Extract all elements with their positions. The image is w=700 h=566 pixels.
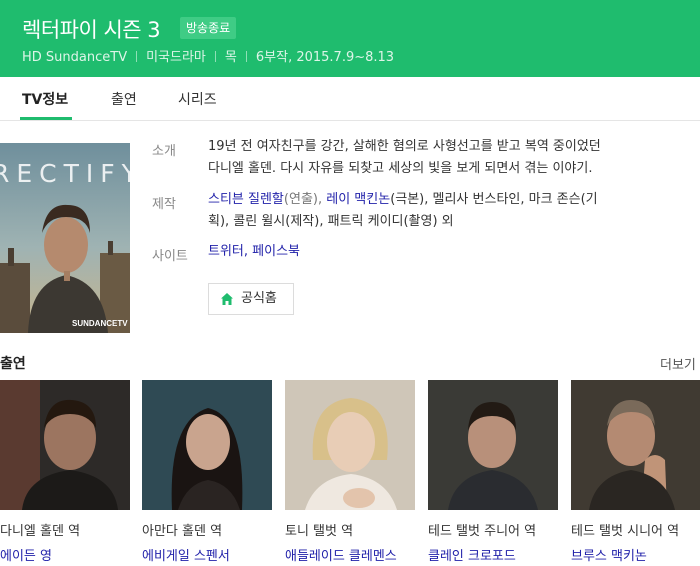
divider [245,51,247,62]
facebook-link[interactable]: 페이스북 [252,244,300,259]
site-label: 사이트 [152,249,188,264]
tab-series[interactable]: 시리즈 [178,89,217,109]
cast-card[interactable]: 테드 탤벗 주니어 역 클레인 크로포드 [428,380,558,564]
program-meta: HD SundanceTV 미국드라마 목 6부작, 2015.7.9~8.13 [22,46,394,65]
production-text: 스티븐 질렌할(연출), 레이 맥킨논(극본), 멜리사 번스타인, 마크 존슨… [208,189,658,233]
more-link[interactable]: 더보기 [660,354,696,373]
site-separator: , [243,244,253,259]
official-home-button[interactable]: 공식홈 [208,283,294,315]
cast-name-link[interactable]: 브루스 맥키논 [571,545,700,564]
cast-role: 테드 탤벗 시니어 역 [571,524,680,539]
summary-line: 다니엘 홀덴. 다시 자유를 되찾고 세상의 빛을 보게 되면서 겪는 이야기. [208,161,593,176]
cast-section-title: 출연 [0,356,26,372]
summary-label: 소개 [152,144,176,159]
poster-image[interactable]: RECTIFY SUNDANCETV [0,143,130,333]
director-role: (연출), [283,192,327,207]
production-label: 제작 [152,197,176,212]
tab-cast[interactable]: 출연 [111,89,137,109]
cast-photo [0,380,130,510]
status-badge: 방송종료 [180,17,237,39]
cast-card[interactable]: 다니엘 홀덴 역 에이든 영 [0,380,130,564]
page-title: 렉터파이 시즌 3 [22,18,161,42]
cast-role: 다니엘 홀덴 역 [0,524,81,539]
home-icon [221,293,233,305]
active-tab-indicator [20,117,72,120]
cast-role: 테드 탤벗 주니어 역 [428,524,537,539]
cast-card[interactable]: 아만다 홀덴 역 에비게일 스펜서 [142,380,272,564]
cast-card[interactable]: 테드 탤벗 시니어 역 브루스 맥키논 [571,380,700,564]
twitter-link[interactable]: 트위터 [208,244,244,259]
cast-name-link[interactable]: 애들레이드 클레멘스 [285,545,415,564]
divider [136,51,138,62]
director-link[interactable]: 스티븐 질렌할 [208,192,284,207]
cast-name-link[interactable]: 에이든 영 [0,545,130,564]
cast-photo [571,380,700,510]
production-credits: (극본), 멜리사 번스타인, 마크 존슨(기 [390,192,598,207]
header: 렉터파이 시즌 3 방송종료 HD SundanceTV 미국드라마 목 6부작, 2… [0,0,700,77]
channel-text: HD SundanceTV [22,50,128,65]
cast-role: 토니 탤벗 역 [285,524,354,539]
episodes-text: 6부작, 2015.7.9~8.13 [255,50,395,65]
cast-name-link[interactable]: 에비게일 스펜서 [142,545,272,564]
cast-card[interactable]: 토니 탤벗 역 애들레이드 클레멘스 [285,380,415,564]
cast-photo [142,380,272,510]
cast-photo [285,380,415,510]
sundancetv-logo: SUNDANCETV [72,319,128,328]
divider [214,51,216,62]
cast-name-link[interactable]: 클레인 크로포드 [428,545,558,564]
broadcast-day-text: 목 [224,50,237,65]
tab-bar: TV정보 출연 시리즈 [0,77,700,121]
summary-text: 19년 전 여자친구를 강간, 살해한 혐의로 사형선고를 받고 복역 중이었던… [208,136,658,180]
cast-role: 아만다 홀덴 역 [142,524,223,539]
cast-photo [428,380,558,510]
tab-tv-info[interactable]: TV정보 [22,89,68,109]
production-credits-line2: 획), 콜린 윌시(제작), 패트릭 케이디(촬영) 외 [208,214,454,229]
genre-text: 미국드라마 [146,50,206,65]
site-links: 트위터, 페이스북 [208,241,658,263]
summary-line: 19년 전 여자친구를 강간, 살해한 혐의로 사형선고를 받고 복역 중이었던 [208,139,601,154]
poster-title-text: RECTIFY [0,159,130,188]
official-home-label: 공식홈 [241,291,277,306]
writer-link[interactable]: 레이 맥킨논 [326,192,390,207]
